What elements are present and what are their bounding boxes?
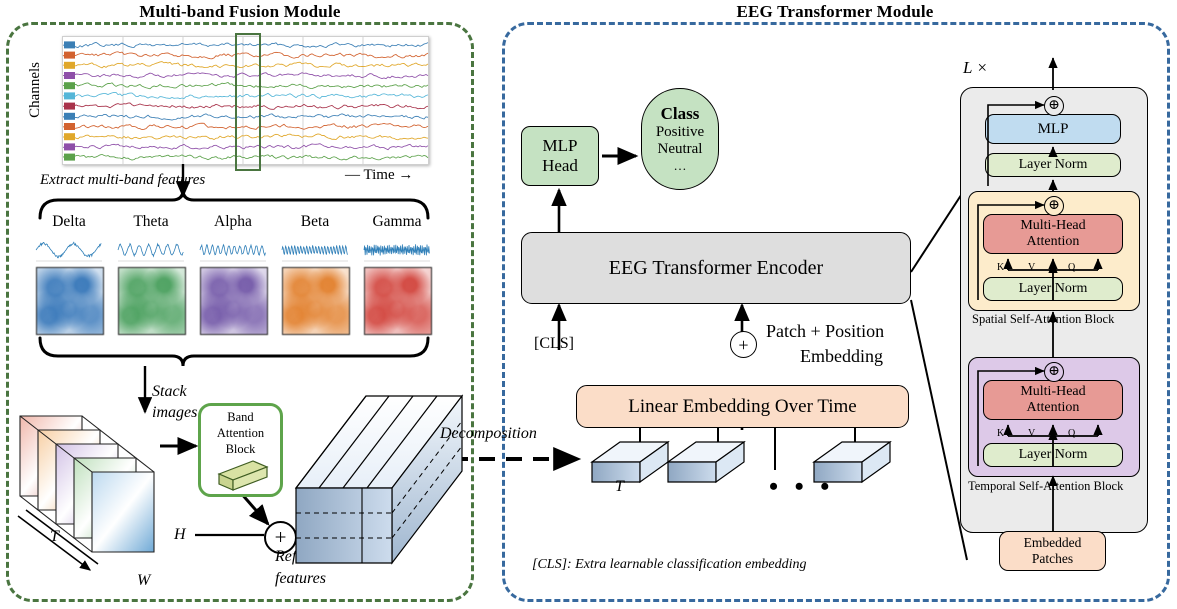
temporal-v-label: V xyxy=(1028,428,1036,439)
detail-mlp-box[interactable]: MLP xyxy=(985,114,1121,144)
temporal-block-caption: Temporal Self-Attention Block xyxy=(968,479,1124,493)
temporal-mha-label-2: Attention xyxy=(1026,400,1080,415)
encoder-label: EEG Transformer Encoder xyxy=(608,256,824,279)
spatial-v-label: V xyxy=(1028,262,1036,273)
temporal-mha-label-1: Multi-Head xyxy=(1020,384,1086,399)
mlp-head-label-1: MLP xyxy=(542,136,578,155)
band-name-theta: Theta xyxy=(133,213,169,230)
eeg-transformer-encoder-box[interactable]: EEG Transformer Encoder xyxy=(521,232,911,304)
embedded-patch-bars xyxy=(586,440,906,510)
band-waveform-alpha xyxy=(199,238,266,262)
patch-T-label: T xyxy=(615,478,624,495)
spatial-block-caption: Spatial Self-Attention Block xyxy=(972,312,1115,326)
class-output-box[interactable]: Class Positive Neutral … xyxy=(641,88,719,190)
temporal-multihead-attention-box[interactable]: Multi-Head Attention xyxy=(983,380,1123,420)
band-waveform-gamma xyxy=(363,238,430,262)
cls-token-label: [CLS] xyxy=(534,335,574,352)
axis-label-H: H xyxy=(174,526,186,543)
band-topomap-alpha xyxy=(200,267,268,335)
patch-position-label-2: Embedding xyxy=(800,346,883,366)
band-attention-bar-icon xyxy=(217,460,269,491)
temporal-layernorm-label: Layer Norm xyxy=(1018,447,1088,462)
band-name-delta: Delta xyxy=(52,213,86,230)
mlp-head-label-2: Head xyxy=(542,156,578,175)
detail-layernorm-top-box[interactable]: Layer Norm xyxy=(985,153,1121,177)
refined-features-block xyxy=(294,378,469,583)
axis-label-W: W xyxy=(137,572,151,589)
temporal-q-label: Q xyxy=(1068,428,1076,439)
band-topomap-theta xyxy=(118,267,186,335)
stack-3d-svg xyxy=(17,415,155,571)
stacked-band-images xyxy=(12,398,212,588)
embedded-patches-label-2: Patches xyxy=(1031,551,1074,566)
refined-3d-svg xyxy=(294,394,464,565)
patch-ellipsis: • • • xyxy=(769,472,835,501)
temporal-layernorm-box[interactable]: Layer Norm xyxy=(983,443,1123,467)
left-module-title: Multi-band Fusion Module xyxy=(139,2,341,21)
band-topomap-gamma xyxy=(364,267,432,335)
band-waveform-beta xyxy=(281,238,348,262)
band-waveform-theta xyxy=(117,238,184,262)
mlp-head-box[interactable]: MLP Head xyxy=(521,126,599,186)
spatial-layernorm-box[interactable]: Layer Norm xyxy=(983,277,1123,301)
class-item-positive: Positive xyxy=(655,124,705,140)
spatial-k-label: K xyxy=(997,262,1005,273)
embedded-patches-label-1: Embedded xyxy=(1023,535,1082,550)
band-topomap-delta xyxy=(36,267,104,335)
class-item-ellipsis: … xyxy=(673,158,687,173)
band-name-gamma: Gamma xyxy=(372,213,422,230)
band-waveform-delta xyxy=(35,238,102,262)
repeat-count-label: L × xyxy=(963,58,988,77)
band-name-alpha: Alpha xyxy=(214,213,252,230)
spatial-mha-label-2: Attention xyxy=(1026,234,1080,249)
residual-add-temporal: ⊕ xyxy=(1044,362,1064,382)
right-module-title: EEG Transformer Module xyxy=(736,2,934,21)
patch-position-label-1: Patch + Position xyxy=(766,321,885,341)
patch-selection-window xyxy=(235,33,261,171)
temporal-k-label: K xyxy=(997,428,1005,439)
embedded-patches-box[interactable]: Embedded Patches xyxy=(999,531,1106,571)
detail-mlp-label: MLP xyxy=(1037,120,1069,137)
extract-features-label: Extract multi-band features xyxy=(40,172,206,188)
axis-label-T: T xyxy=(50,528,59,545)
class-title: Class xyxy=(660,104,700,123)
linear-embedding-box[interactable]: Linear Embedding Over Time xyxy=(576,385,909,428)
cls-footnote: [CLS]: Extra learnable classification em… xyxy=(532,557,807,572)
band-name-beta: Beta xyxy=(300,213,330,230)
residual-add-spatial: ⊕ xyxy=(1044,196,1064,216)
time-axis-label: — Time → xyxy=(345,167,414,183)
spatial-mha-label-1: Multi-Head xyxy=(1020,218,1086,233)
channels-axis-label: Channels xyxy=(27,62,43,118)
add-operator-right: + xyxy=(730,331,757,358)
eeg-signal-plot: .gl{stroke:#c9c9c9;stroke-width:.8} xyxy=(62,33,429,171)
band-topomap-beta xyxy=(282,267,350,335)
linear-embedding-label: Linear Embedding Over Time xyxy=(628,395,857,417)
spatial-multihead-attention-box[interactable]: Multi-Head Attention xyxy=(983,214,1123,254)
spatial-layernorm-label: Layer Norm xyxy=(1018,281,1088,296)
residual-add-mlp: ⊕ xyxy=(1044,96,1064,116)
band-attention-block[interactable]: Band Attention Block xyxy=(198,403,283,497)
detail-layernorm-top-label: Layer Norm xyxy=(1018,157,1088,172)
patch-bars-svg xyxy=(590,440,892,484)
decomposition-label: Decomposition xyxy=(440,425,537,442)
spatial-q-label: Q xyxy=(1068,262,1076,273)
class-item-neutral: Neutral xyxy=(657,141,703,157)
